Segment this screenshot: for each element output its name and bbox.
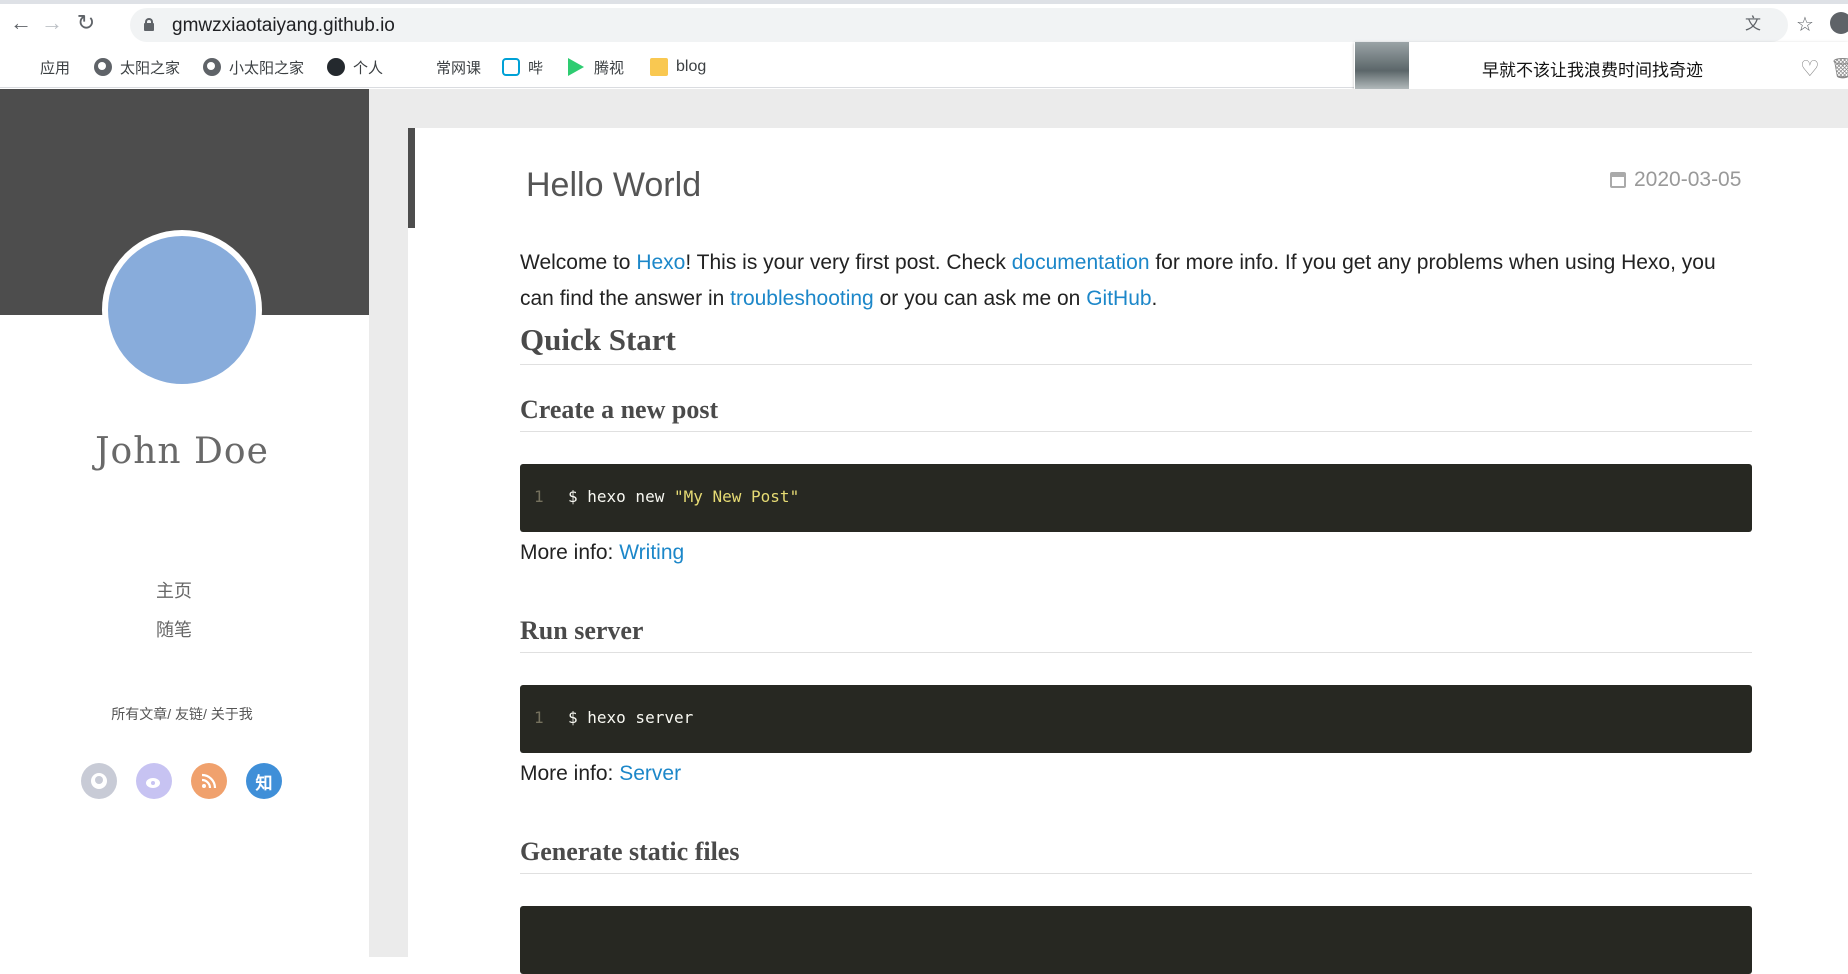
calendar-icon — [1610, 172, 1626, 188]
link-hexo[interactable]: Hexo — [636, 251, 685, 274]
avatar[interactable] — [102, 230, 262, 390]
menu-item-home[interactable]: 主页 — [0, 577, 348, 603]
post-date-text: 2020-03-05 — [1634, 168, 1742, 191]
notice-text: 早就不该让我浪费时间找奇迹 — [1482, 61, 1703, 81]
bookmark-label: 应用 — [40, 59, 71, 77]
sidebar: John Doe 主页 随笔 所有文章/ 友链/ 关于我 知 — [0, 89, 369, 957]
rss-icon[interactable] — [191, 763, 227, 799]
separator: / — [167, 706, 175, 722]
bookmark-blog-folder[interactable]: blog — [650, 56, 706, 78]
bookmark-label: 太阳之家 — [120, 59, 181, 77]
code-string: "My New Post" — [673, 487, 800, 506]
post-title: Hello World — [526, 166, 702, 204]
bookmark-personal[interactable]: 个人 — [327, 56, 383, 78]
bookmark-star-icon[interactable]: ☆ — [1794, 14, 1816, 36]
link-server[interactable]: Server — [619, 762, 681, 785]
code-line: $ hexo new "My New Post" — [568, 487, 799, 506]
line-number: 1 — [534, 708, 544, 727]
heading-create-post: Create a new post — [520, 395, 1752, 432]
code-block-new-post[interactable]: 1 $ hexo new "My New Post" — [520, 464, 1752, 532]
translate-icon[interactable]: 文 — [1742, 14, 1764, 36]
bookmark-tencent-video[interactable]: 腾视 — [568, 56, 624, 78]
code-block-generate[interactable] — [520, 906, 1752, 974]
apps-grid-icon — [14, 58, 32, 76]
bookmark-label: 常网课 — [436, 59, 482, 77]
bookmark-label: 个人 — [353, 59, 384, 77]
link-documentation[interactable]: documentation — [1012, 251, 1150, 274]
main-gutter — [369, 89, 409, 957]
bookmark-taiyang[interactable]: 太阳之家 — [94, 56, 180, 78]
music-player-widget: 早就不该让我浪费时间找奇迹 ♡ 🗑 — [1354, 42, 1848, 96]
weibo-icon[interactable] — [136, 763, 172, 799]
github-icon[interactable] — [81, 763, 117, 799]
code-command: $ hexo new — [568, 487, 674, 506]
bookmark-xiaotaiyang[interactable]: 小太阳之家 — [203, 56, 304, 78]
tab-strip — [0, 0, 1848, 4]
intro-text: . — [1151, 287, 1158, 310]
code-block-server[interactable]: 1 $ hexo server — [520, 685, 1752, 753]
github-icon — [327, 58, 345, 76]
tencent-video-icon — [568, 58, 586, 76]
heart-icon[interactable]: ♡ — [1800, 56, 1820, 82]
back-arrow-icon[interactable]: ← — [9, 11, 33, 35]
zhihu-icon[interactable]: 知 — [246, 763, 282, 799]
article-card: Hello World 2020-03-05 Welcome to Hexo! … — [408, 128, 1848, 974]
menu-item-essays[interactable]: 随笔 — [0, 616, 348, 642]
link-troubleshooting[interactable]: troubleshooting — [730, 287, 874, 310]
reload-icon[interactable]: ↻ — [74, 11, 98, 35]
more-info-server: More info: Server — [520, 756, 1752, 792]
bookmark-label: 小太阳之家 — [229, 59, 305, 77]
lock-icon[interactable] — [144, 18, 154, 31]
link-friends[interactable]: 友链 — [175, 706, 203, 722]
bookmark-apps[interactable]: 应用 — [14, 56, 70, 78]
separator: / — [203, 706, 211, 722]
heading-generate-static: Generate static files — [520, 837, 1752, 874]
intro-text: or you can ask me on — [873, 287, 1087, 310]
url-text[interactable]: gmwzxiaotaiyang.github.io — [172, 15, 395, 37]
article-accent-bar — [408, 128, 415, 228]
browser-toolbar: ← → ↻ gmwzxiaotaiyang.github.io 文 ☆ — [0, 0, 1848, 44]
intro-paragraph: Welcome to Hexo! This is your very first… — [520, 245, 1752, 317]
heading-quick-start: Quick Start — [520, 322, 1752, 365]
link-all-posts[interactable]: 所有文章 — [111, 706, 167, 722]
profile-avatar-icon[interactable] — [1830, 12, 1848, 34]
globe-icon — [94, 58, 112, 76]
globe-icon — [203, 58, 221, 76]
author-name: John Doe — [95, 431, 269, 472]
address-bar[interactable]: gmwzxiaotaiyang.github.io 文 ☆ — [130, 8, 1814, 42]
line-number: 1 — [534, 487, 544, 506]
intro-text: ! This is your very first post. Check — [685, 251, 1012, 274]
bookmark-label: 腾视 — [594, 59, 625, 77]
link-github[interactable]: GitHub — [1086, 287, 1151, 310]
bookmark-label: 哔 — [528, 59, 544, 77]
bookmark-label: blog — [676, 58, 707, 75]
intro-text: Welcome to — [520, 251, 637, 274]
more-info-writing: More info: Writing — [520, 535, 1752, 571]
link-about-me[interactable]: 关于我 — [211, 706, 253, 722]
page: John Doe 主页 随笔 所有文章/ 友链/ 关于我 知 Hello Wor… — [0, 89, 1848, 974]
link-writing[interactable]: Writing — [619, 541, 684, 564]
heading-run-server: Run server — [520, 616, 1752, 653]
more-info-label: More info: — [520, 762, 620, 785]
more-info-label: More info: — [520, 541, 620, 564]
bookmark-online-course[interactable]: 常网课 — [436, 56, 481, 78]
trash-icon[interactable]: 🗑 — [1830, 56, 1848, 81]
bilibili-icon — [502, 58, 520, 76]
bookmark-bilibili[interactable]: 哔 — [502, 56, 543, 78]
cover-thumbnail[interactable] — [1355, 42, 1409, 94]
post-date: 2020-03-05 — [1610, 168, 1741, 192]
folder-icon — [650, 58, 668, 76]
code-line: $ hexo server — [568, 708, 694, 727]
forward-arrow-icon[interactable]: → — [40, 11, 64, 35]
sidebar-links: 所有文章/ 友链/ 关于我 — [0, 704, 364, 724]
